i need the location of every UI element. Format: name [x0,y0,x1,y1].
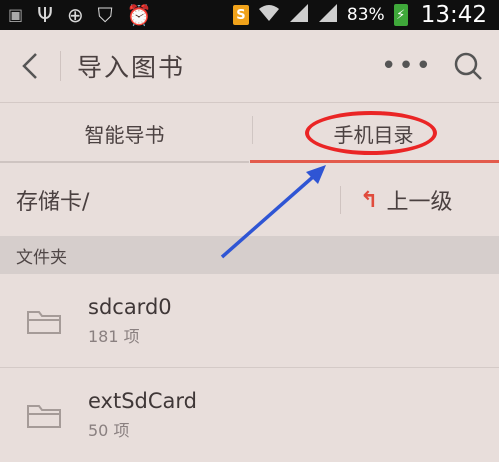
alarm-icon: ⏰ [126,3,152,27]
signal-icon [318,3,338,27]
clock: 13:42 [420,2,487,28]
status-bar: ▣ Ψ ⊕ ⛉ ⏰ S 83% ⚡ 13:42 [0,0,499,30]
shield-icon: ⛉ [97,3,113,27]
wifi-icon [258,4,280,26]
folder-name: sdcard0 [88,295,172,319]
annotation-circle [305,111,437,155]
tab-label: 智能导书 [84,123,165,147]
signal-icon [289,3,309,27]
folder-icon [0,401,88,429]
folder-name: extSdCard [88,389,197,413]
header-divider [60,51,61,81]
section-header: 文件夹 [0,236,499,274]
tab-smart-import[interactable]: 智能导书 [0,104,249,164]
list-item[interactable]: sdcard0 181 项 [0,274,499,368]
tab-underline [0,161,249,163]
tab-separator [252,116,253,144]
folder-icon [0,307,88,335]
tab-active-indicator [250,160,499,163]
up-arrow-icon: ↰ [360,187,379,213]
sim-icon: S [232,5,249,25]
path-divider [340,186,341,214]
folder-item-count: 50 项 [88,421,130,440]
current-path: 存储卡/ [16,190,90,215]
more-button[interactable]: ••• [377,30,437,102]
page-title: 导入图书 [77,53,186,82]
action-bar: 导入图书 ••• [0,30,499,102]
parent-directory-label: 上一级 [386,190,453,215]
folder-item-count: 181 项 [88,327,140,346]
battery-charging-icon: ⚡ [393,4,408,26]
search-icon [454,52,482,80]
app-icon: ▣ [8,5,24,24]
more-icon: ••• [380,51,433,81]
list-item[interactable]: extSdCard 50 项 [0,368,499,462]
chevron-left-icon [22,53,37,79]
section-label: 文件夹 [16,247,67,268]
location-icon: ⊕ [66,3,84,27]
parent-directory-button[interactable]: ↰ 上一级 [360,164,452,236]
usb-icon: Ψ [37,3,53,27]
battery-percent: 83% [346,5,385,25]
search-button[interactable] [437,30,499,102]
back-button[interactable] [0,30,60,102]
